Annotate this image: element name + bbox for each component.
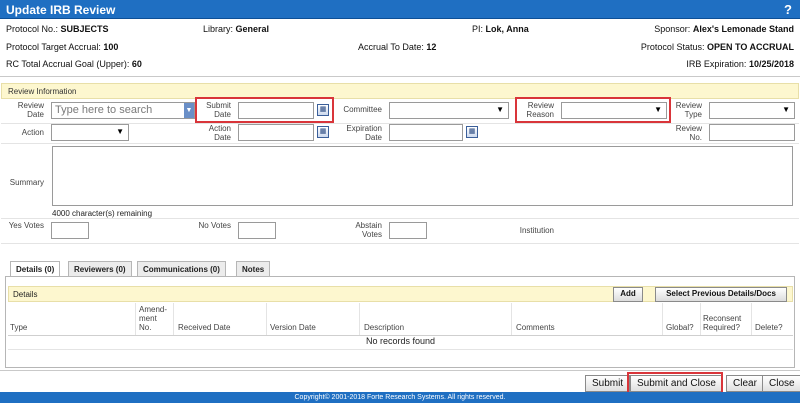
no-votes-label: No Votes xyxy=(198,221,231,230)
institution-label: Institution xyxy=(519,226,554,235)
row-divider xyxy=(1,143,799,144)
abstain-votes-input[interactable] xyxy=(389,222,427,239)
review-reason-highlight xyxy=(515,97,671,123)
review-date-search-input[interactable]: Type here to search ▼ xyxy=(51,102,195,119)
column-header-delete: Delete? xyxy=(755,323,783,332)
expiration-date-input[interactable] xyxy=(389,124,463,141)
footer-divider xyxy=(0,370,800,371)
pi: PI: Lok, Anna xyxy=(472,24,529,34)
protocol-status: Protocol Status: OPEN TO ACCRUAL xyxy=(640,42,794,52)
submit-button[interactable]: Submit xyxy=(585,375,631,392)
action-date-input[interactable] xyxy=(238,124,314,141)
no-records-message: No records found xyxy=(365,336,436,346)
column-header-version-date: Version Date xyxy=(270,323,316,332)
search-placeholder: Type here to search xyxy=(55,104,153,116)
window-title: Update IRB Review xyxy=(6,3,116,17)
review-type-label: Review Type xyxy=(675,101,702,119)
chars-remaining: 4000 character(s) remaining xyxy=(52,209,153,218)
help-icon[interactable]: ? xyxy=(784,2,792,17)
protocol-no: Protocol No.: SUBJECTS xyxy=(6,24,109,34)
tab-details[interactable]: Details (0) xyxy=(10,261,61,277)
protocol-target-accrual: Protocol Target Accrual: 100 xyxy=(6,42,119,52)
column-divider xyxy=(700,303,701,335)
select-previous-details-button[interactable]: Select Previous Details/Docs xyxy=(655,287,787,302)
no-votes-input[interactable] xyxy=(238,222,276,239)
dropdown-arrow-icon[interactable]: ▼ xyxy=(184,103,194,118)
column-divider xyxy=(662,303,663,335)
tab-communications[interactable]: Communications (0) xyxy=(137,261,226,276)
irb-expiration: IRB Expiration: 10/25/2018 xyxy=(686,59,794,69)
column-divider xyxy=(135,303,136,335)
summary-textarea[interactable] xyxy=(52,146,793,206)
calendar-icon[interactable]: ▦ xyxy=(466,126,478,138)
column-header-global: Global? xyxy=(666,323,694,332)
column-divider xyxy=(266,303,267,335)
expiration-date-label: Expiration Date xyxy=(346,124,382,142)
column-divider xyxy=(751,303,752,335)
accrual-to-date: Accrual To Date: 12 xyxy=(358,42,437,52)
column-header-reconsent-required: Reconsent Required? xyxy=(703,314,742,332)
submit-date-highlight xyxy=(195,97,334,123)
copyright-footer: Copyright© 2001-2018 Forte Research Syst… xyxy=(0,392,800,403)
column-header-amendment-no: Amend-ment No. xyxy=(139,305,168,332)
rc-total-accrual-goal: RC Total Accrual Goal (Upper): 60 xyxy=(6,59,142,69)
row-divider xyxy=(1,218,799,219)
header-divider xyxy=(0,76,800,77)
review-type-select[interactable]: ▼ xyxy=(709,102,795,119)
details-title: Details xyxy=(13,290,38,299)
review-no-label: Review No. xyxy=(675,124,702,142)
chevron-down-icon: ▼ xyxy=(496,105,504,114)
yes-votes-label: Yes Votes xyxy=(8,221,44,230)
chevron-down-icon: ▼ xyxy=(782,105,790,114)
column-header-received-date: Received Date xyxy=(178,323,231,332)
window-title-bar: Update IRB Review ? xyxy=(0,0,800,19)
row-divider xyxy=(1,243,799,244)
column-divider xyxy=(359,303,360,335)
submit-and-close-highlight xyxy=(627,372,723,394)
review-no-input[interactable] xyxy=(709,124,795,141)
committee-label: Committee xyxy=(343,105,382,114)
review-date-label: Review Date xyxy=(17,101,44,119)
close-button[interactable]: Close xyxy=(762,375,800,392)
review-information-header: Review Information xyxy=(1,83,799,99)
clear-button[interactable]: Clear xyxy=(726,375,764,392)
column-header-type: Type xyxy=(10,323,28,332)
action-select[interactable]: ▼ xyxy=(51,124,129,141)
column-divider xyxy=(511,303,512,335)
library: Library: General xyxy=(203,24,270,34)
chevron-down-icon: ▼ xyxy=(116,127,124,136)
tab-notes[interactable]: Notes xyxy=(236,261,271,276)
summary-label: Summary xyxy=(9,178,44,187)
tab-reviewers[interactable]: Reviewers (0) xyxy=(68,261,132,276)
column-divider xyxy=(173,303,174,335)
calendar-icon[interactable]: ▦ xyxy=(317,126,329,138)
abstain-votes-label: Abstain Votes xyxy=(355,221,382,239)
action-label: Action xyxy=(21,128,44,137)
action-date-label: Action Date xyxy=(208,124,231,142)
committee-select[interactable]: ▼ xyxy=(389,102,509,119)
add-button[interactable]: Add xyxy=(613,287,643,302)
table-bottom-divider xyxy=(8,349,793,350)
column-header-description: Description xyxy=(364,323,405,332)
yes-votes-input[interactable] xyxy=(51,222,89,239)
column-header-comments: Comments xyxy=(516,323,555,332)
sponsor: Sponsor: Alex's Lemonade Stand xyxy=(654,24,794,34)
